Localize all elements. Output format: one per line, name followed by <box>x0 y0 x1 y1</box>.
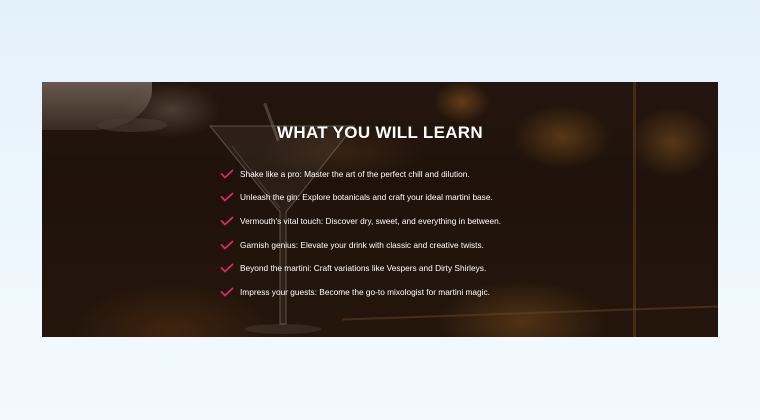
learn-list: Shake like a pro: Master the art of the … <box>220 162 501 304</box>
check-icon <box>220 216 234 226</box>
list-item-text: Shake like a pro: Master the art of the … <box>240 168 470 179</box>
list-item-text: Impress your guests: Become the go-to mi… <box>240 286 490 297</box>
list-item-text: Beyond the martini: Craft variations lik… <box>240 263 487 274</box>
learn-banner: WHAT YOU WILL LEARN Shake like a pro: Ma… <box>42 82 718 337</box>
learn-content: WHAT YOU WILL LEARN Shake like a pro: Ma… <box>42 82 718 337</box>
check-icon <box>220 240 234 249</box>
list-item: Impress your guests: Become the go-to mi… <box>220 280 501 304</box>
list-item: Beyond the martini: Craft variations lik… <box>220 256 501 280</box>
list-item-text: Garnish genius: Elevate your drink with … <box>240 239 484 250</box>
list-item-text: Unleash the gin: Explore botanicals and … <box>240 192 493 203</box>
check-icon <box>220 192 234 202</box>
check-icon <box>220 169 234 179</box>
section-title: WHAT YOU WILL LEARN <box>277 123 483 142</box>
list-item-text: Vermouth's vital touch: Discover dry, sw… <box>240 215 502 226</box>
check-icon <box>220 287 234 297</box>
list-item: Unleash the gin: Explore botanicals and … <box>220 186 501 210</box>
list-item: Vermouth's vital touch: Discover dry, sw… <box>220 209 501 233</box>
list-item: Shake like a pro: Master the art of the … <box>220 162 501 186</box>
check-icon <box>220 263 234 273</box>
list-item: Garnish genius: Elevate your drink with … <box>220 233 501 257</box>
